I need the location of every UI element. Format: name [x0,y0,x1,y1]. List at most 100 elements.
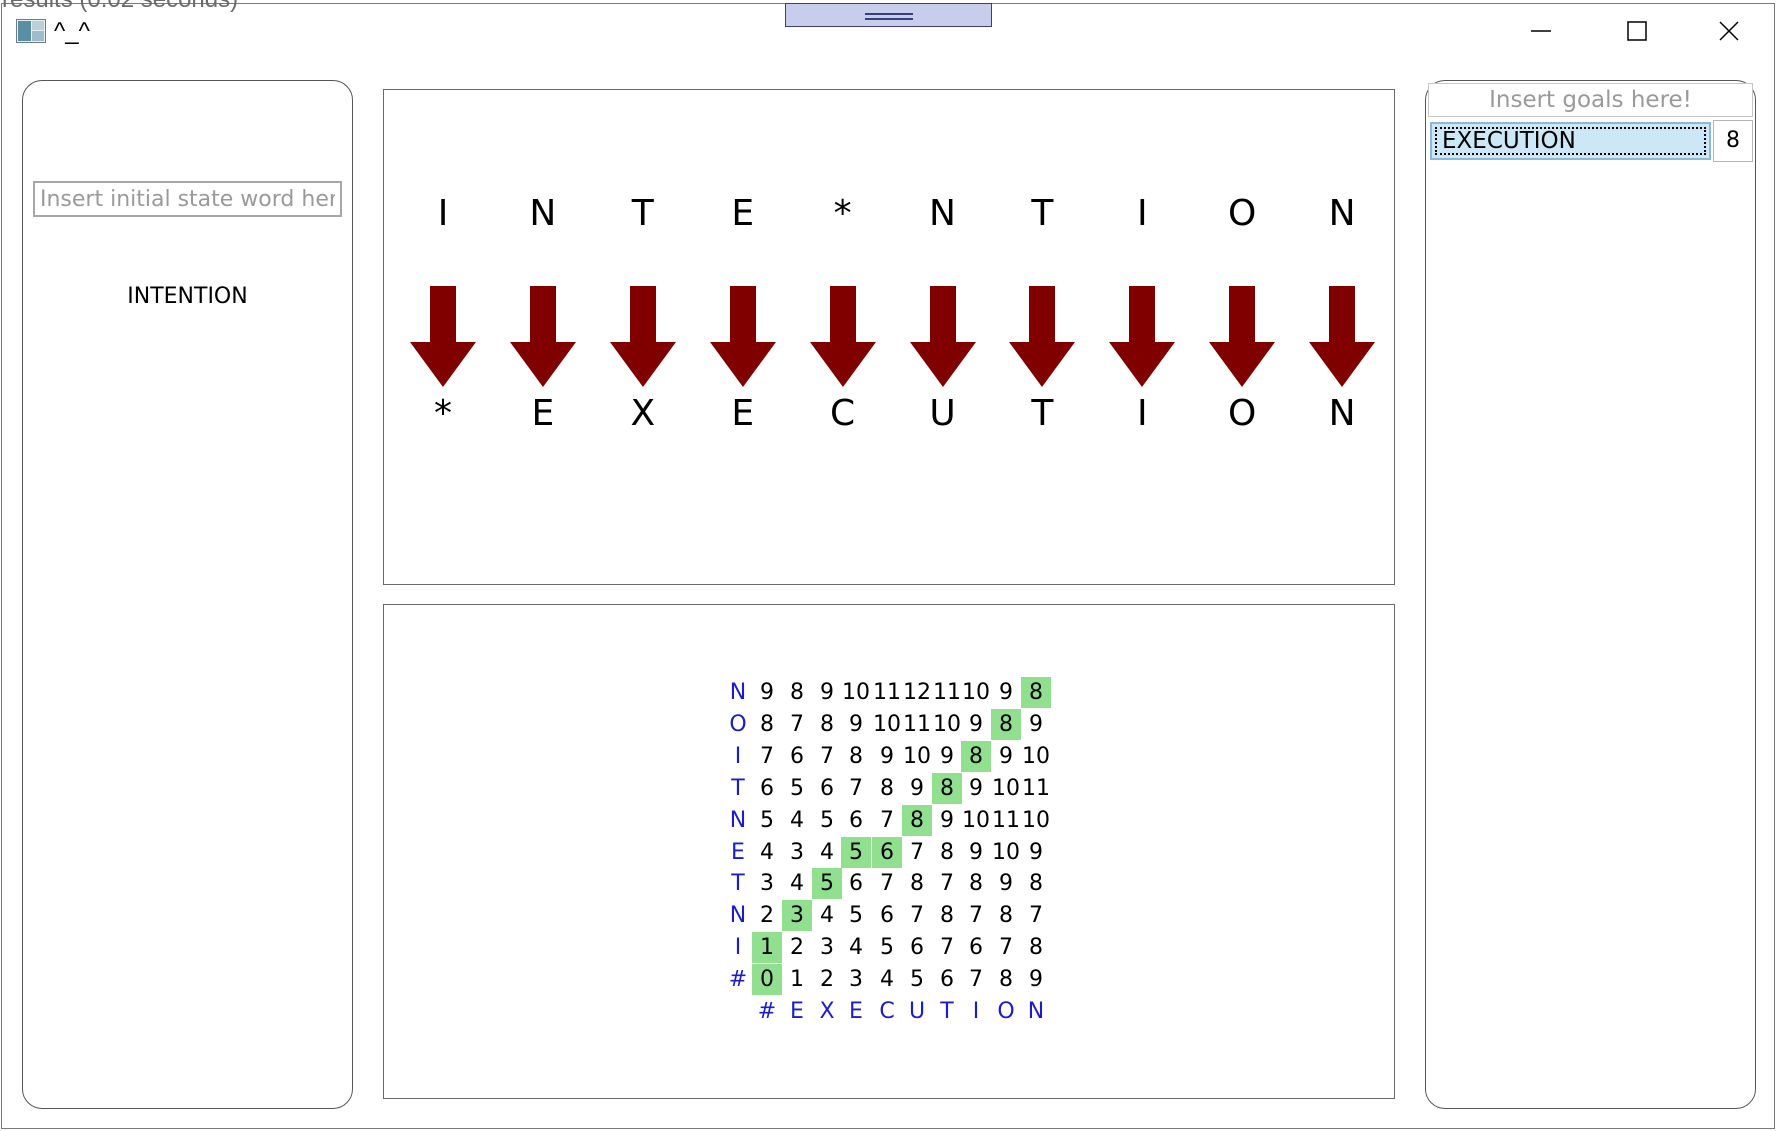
initial-state-input[interactable] [33,181,342,217]
source-letter: N [1328,193,1356,234]
matrix-cell: 6 [872,836,902,868]
matrix-cell: 8 [999,903,1013,929]
goals-panel [1425,80,1756,1109]
background-window-text: results (0.02 seconds) [2,0,238,14]
matrix-cell: 7 [820,743,834,769]
matrix-cell: 6 [940,967,954,993]
matrix-cell: 8 [991,708,1021,740]
matrix-cell: 8 [1021,677,1051,708]
down-arrow-icon [1209,286,1276,387]
matrix-cell: 5 [849,903,863,929]
column-label: T [940,999,954,1024]
target-letter: X [630,393,656,434]
down-arrow-icon [1309,286,1376,387]
source-letter: I [437,193,449,234]
matrix-cell: 5 [820,807,834,833]
matrix-cell: 4 [820,839,834,865]
matrix-cell: 6 [760,775,774,801]
source-letter: * [833,193,852,234]
minimize-icon [1531,30,1551,32]
target-letter: O [1228,393,1257,434]
source-letter: O [1228,193,1257,234]
matrix-cell: 5 [760,807,774,833]
matrix-cell: 9 [910,775,924,801]
matrix-cell: 2 [790,935,804,961]
matrix-cell: 7 [999,935,1013,961]
matrix-cell: 10 [962,807,990,833]
matrix-cell: 7 [760,743,774,769]
matrix-cell: 10 [1022,807,1050,833]
matrix-cell: 8 [880,775,894,801]
source-letter: N [529,193,557,234]
row-label: I [734,935,742,961]
matrix-cell: 8 [969,871,983,897]
matrix-cell: 6 [849,871,863,897]
matrix-cell: 4 [790,807,804,833]
minimize-button[interactable] [1516,11,1566,51]
matrix-cell: 8 [961,740,991,772]
row-label: I [734,743,742,769]
goal-input[interactable] [1428,83,1753,117]
matrix-cell: 10 [933,711,961,737]
matrix-cell: 2 [760,903,774,929]
target-letter: U [929,393,956,434]
goal-list-item[interactable]: EXECUTION [1430,122,1711,160]
matrix-cell: 9 [1029,967,1043,993]
matrix-cell: 6 [969,935,983,961]
matrix-cell: 4 [820,903,834,929]
window-title: ^_^ [54,18,90,45]
matrix-cell: 7 [940,935,954,961]
column-label: C [879,999,895,1024]
matrix-cell: 8 [910,871,924,897]
matrix-cell: 7 [880,807,894,833]
matrix-cell: 11 [903,711,931,737]
matrix-cell: 9 [969,839,983,865]
matrix-cell: 9 [999,680,1013,705]
matrix-cell: 3 [790,839,804,865]
matrix-cell: 3 [849,967,863,993]
target-letter: I [1136,393,1148,434]
goal-word: EXECUTION [1442,128,1576,154]
matrix-cell: 3 [760,871,774,897]
down-arrow-icon [909,286,976,387]
source-letter: I [1136,193,1148,234]
matrix-cell: 9 [940,743,954,769]
matrix-cell: 10 [992,775,1020,801]
matrix-cell: 7 [1029,903,1043,929]
column-label: U [908,999,926,1024]
matrix-cell: 7 [969,903,983,929]
initial-state-word: INTENTION [127,284,248,309]
matrix-cell: 0 [752,964,782,996]
matrix-cell: 8 [790,680,804,705]
matrix-cell: 7 [910,839,924,865]
column-label: I [972,999,980,1024]
matrix-cell: 9 [1029,839,1043,865]
matrix-cell: 8 [999,967,1013,993]
matrix-cell: 3 [820,935,834,961]
row-label: N [729,903,747,929]
column-label: E [849,999,863,1024]
row-label: O [729,711,747,737]
target-letter: T [1031,393,1054,434]
column-label: O [997,999,1015,1024]
matrix-cell: 9 [760,680,774,705]
matrix-cell: 4 [849,935,863,961]
target-letter: C [830,393,856,434]
matrix-cell: 5 [841,836,871,868]
maximize-button[interactable] [1612,11,1662,51]
close-button[interactable] [1704,11,1754,51]
column-label: N [1027,999,1045,1024]
drag-handle[interactable] [785,3,992,27]
source-letter: T [631,193,654,234]
down-arrow-icon [410,286,476,387]
matrix-cell: 8 [849,743,863,769]
initial-state-panel [22,80,353,1109]
matrix-cell: 10 [1022,743,1050,769]
target-letter: N [1328,393,1356,434]
source-letter: E [731,193,755,234]
matrix-cell: 10 [903,743,931,769]
down-arrow-icon [709,286,776,387]
matrix-cell: 6 [820,775,834,801]
source-letter: N [929,193,956,234]
matrix-cell: 10 [842,680,870,705]
